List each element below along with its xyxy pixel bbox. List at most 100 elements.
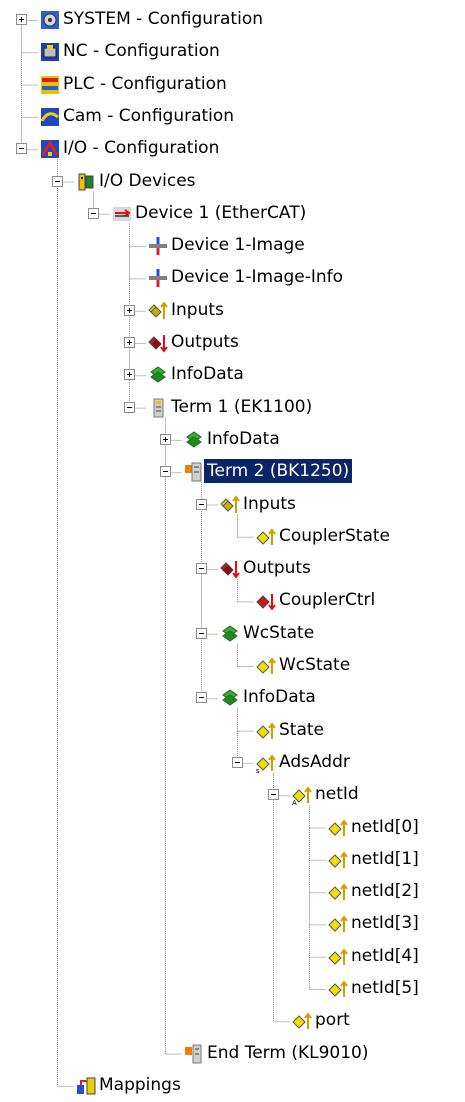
tree-node[interactable]: netId[5] xyxy=(0,973,465,1005)
tree-node[interactable]: Inputs xyxy=(0,489,465,521)
collapse-icon[interactable] xyxy=(124,401,135,413)
inputs-icon xyxy=(220,494,240,515)
expand-icon[interactable] xyxy=(124,337,135,348)
tree-node-label[interactable]: AdsAddr xyxy=(276,750,353,774)
input-variable-icon xyxy=(256,527,276,547)
input-variable-icon xyxy=(328,882,348,902)
tree-node-label[interactable]: Outputs xyxy=(168,330,242,354)
tree-node-label[interactable]: Term 2 (BK1250) xyxy=(204,459,353,484)
tree-node-label[interactable]: NC - Configuration xyxy=(60,39,223,63)
expand-icon[interactable] xyxy=(160,433,171,445)
input-variable-icon xyxy=(328,979,348,999)
nc-config-icon xyxy=(40,42,60,62)
tree-view[interactable]: SYSTEM - Configuration NC - Configuration… xyxy=(0,0,465,1095)
tree-node-label[interactable]: I/O - Configuration xyxy=(60,136,222,160)
tree-node[interactable]: Term 2 (BK1250) xyxy=(0,456,465,488)
tree-node-label[interactable]: InfoData xyxy=(240,685,319,709)
infodata-icon xyxy=(220,624,240,644)
tree-node[interactable]: PLC - Configuration xyxy=(0,69,465,101)
tree-node[interactable]: Outputs xyxy=(0,553,465,585)
tree-node-label[interactable]: Device 1 (EtherCAT) xyxy=(132,201,309,225)
tree-node[interactable]: I/O - Configuration xyxy=(0,133,465,165)
collapse-icon[interactable] xyxy=(88,207,99,219)
input-variable-icon xyxy=(328,947,348,967)
collapse-icon[interactable] xyxy=(52,175,63,187)
tree-node[interactable]: netId[0] xyxy=(0,812,465,844)
collapse-icon[interactable] xyxy=(232,756,243,768)
struct-variable-icon: s xyxy=(256,753,276,775)
tree-node[interactable]: netId[4] xyxy=(0,941,465,973)
tree-node-label[interactable]: CouplerCtrl xyxy=(276,588,378,612)
tree-node[interactable]: Inputs xyxy=(0,295,465,327)
tree-node[interactable]: WcState xyxy=(0,618,465,650)
tree-node-label[interactable]: Inputs xyxy=(240,492,299,516)
tree-node[interactable]: Device 1-Image-Info xyxy=(0,262,465,294)
tree-node[interactable]: CouplerCtrl xyxy=(0,585,465,617)
tree-node-label[interactable]: Inputs xyxy=(168,298,227,322)
mappings-icon xyxy=(76,1076,96,1096)
collapse-icon[interactable] xyxy=(160,466,171,478)
tree-node-label[interactable]: Term 1 (EK1100) xyxy=(168,395,315,419)
tree-node-label[interactable]: netId[4] xyxy=(348,944,422,968)
tree-node-label[interactable]: port xyxy=(312,1008,353,1032)
tree-node-label[interactable]: Outputs xyxy=(240,556,314,580)
tree-node[interactable]: port xyxy=(0,1005,465,1037)
tree-node-label[interactable]: Device 1-Image xyxy=(168,233,308,257)
infodata-icon xyxy=(220,688,240,708)
input-variable-icon xyxy=(292,1011,312,1031)
tree-node-label[interactable]: State xyxy=(276,718,327,742)
tree-node[interactable]: netId[3] xyxy=(0,908,465,940)
tree-node-label[interactable]: End Term (KL9010) xyxy=(204,1041,371,1065)
tree-node-label[interactable]: WcState xyxy=(240,621,317,645)
tree-node[interactable]: Term 1 (EK1100) xyxy=(0,392,465,424)
tree-node-label[interactable]: Cam - Configuration xyxy=(60,104,237,128)
tree-node-label[interactable]: Mappings xyxy=(96,1073,184,1097)
tree-node[interactable]: InfoData xyxy=(0,424,465,456)
tree-node-label[interactable]: I/O Devices xyxy=(96,169,199,193)
tree-node[interactable]: End Term (KL9010) xyxy=(0,1038,465,1070)
expand-icon[interactable] xyxy=(16,14,27,25)
tree-node-label[interactable]: netId[2] xyxy=(348,879,422,903)
tree-node-label[interactable]: SYSTEM - Configuration xyxy=(60,7,266,31)
collapse-icon[interactable] xyxy=(196,498,207,510)
expand-icon[interactable] xyxy=(124,369,135,381)
tree-node[interactable]: InfoData xyxy=(0,359,465,391)
tree-node[interactable]: netId[2] xyxy=(0,876,465,908)
tree-node[interactable]: Outputs xyxy=(0,327,465,359)
collapse-icon[interactable] xyxy=(16,143,27,155)
tree-node-label[interactable]: WcState xyxy=(276,653,353,677)
tree-node[interactable]: SYSTEM - Configuration xyxy=(0,4,465,36)
tree-node[interactable]: State xyxy=(0,715,465,747)
tree-node-label[interactable]: netId xyxy=(312,782,362,806)
tree-node-label[interactable]: netId[0] xyxy=(348,815,422,839)
tree-node[interactable]: Mappings xyxy=(0,1070,465,1102)
collapse-icon[interactable] xyxy=(196,692,207,704)
tree-node[interactable]: CouplerState xyxy=(0,521,465,553)
tree-node-label[interactable]: netId[3] xyxy=(348,911,422,935)
collapse-icon[interactable] xyxy=(268,789,279,801)
tree-node[interactable]: InfoData xyxy=(0,682,465,714)
terminal-orange-icon xyxy=(184,462,204,482)
tree-node[interactable]: Device 1 (EtherCAT) xyxy=(0,198,465,230)
tree-node-label[interactable]: netId[5] xyxy=(348,976,422,1000)
tree-node[interactable]: I/O Devices xyxy=(0,166,465,198)
tree-node[interactable]: AnetId xyxy=(0,779,465,811)
io-devices-icon xyxy=(76,172,96,192)
tree-node-label[interactable]: Device 1-Image-Info xyxy=(168,265,346,289)
expand-icon[interactable] xyxy=(124,304,135,316)
tree-node-label[interactable]: InfoData xyxy=(168,362,247,386)
tree-node-label[interactable]: PLC - Configuration xyxy=(60,72,230,96)
tree-node-label[interactable]: CouplerState xyxy=(276,524,393,548)
svg-text:s: s xyxy=(256,767,260,773)
tree-node[interactable]: WcState xyxy=(0,650,465,682)
tree-node[interactable]: Cam - Configuration xyxy=(0,101,465,133)
tree-node-label[interactable]: netId[1] xyxy=(348,847,422,871)
plc-config-icon xyxy=(40,75,60,95)
tree-node[interactable]: netId[1] xyxy=(0,844,465,876)
tree-node-label[interactable]: InfoData xyxy=(204,427,283,451)
tree-node[interactable]: Device 1-Image xyxy=(0,230,465,262)
tree-node[interactable]: NC - Configuration xyxy=(0,36,465,68)
collapse-icon[interactable] xyxy=(196,627,207,639)
collapse-icon[interactable] xyxy=(196,563,207,575)
tree-node[interactable]: s AdsAddr xyxy=(0,747,465,779)
